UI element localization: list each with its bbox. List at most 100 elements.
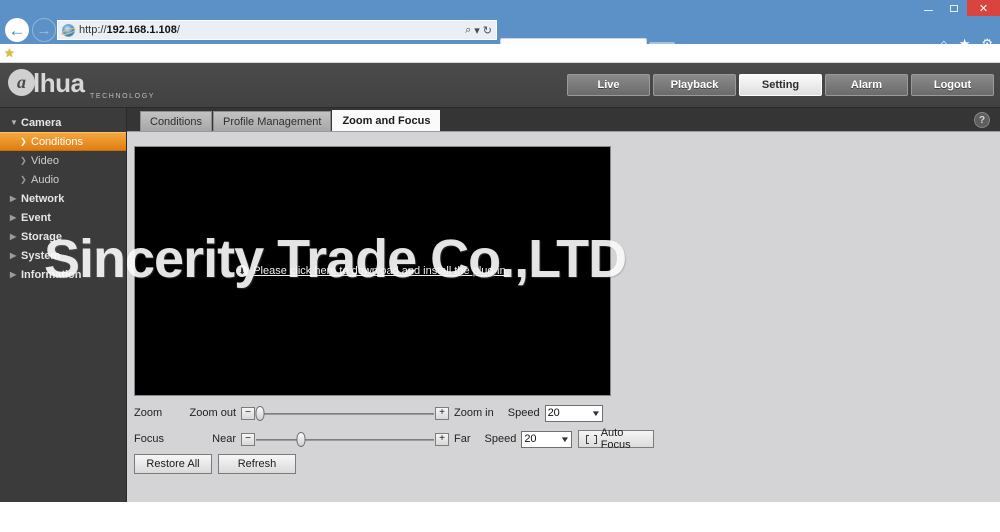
sidebar-item-information[interactable]: ▶ Information <box>0 265 126 284</box>
chevron-right-icon: ❯ <box>20 175 27 184</box>
dropdown-caret-icon[interactable]: ▾ <box>474 24 480 37</box>
auto-focus-label: Auto Focus <box>600 427 631 451</box>
favorites-bar-star-icon[interactable]: ★ <box>4 47 15 59</box>
sidebar-label-conditions: Conditions <box>31 135 83 148</box>
forward-icon[interactable]: → <box>32 18 56 42</box>
chevron-right-icon: ▶ <box>10 270 17 279</box>
sidebar-label-information: Information <box>21 268 82 281</box>
page-bottom-strip <box>0 502 1000 532</box>
sidebar-item-video[interactable]: ❯ Video <box>0 151 126 170</box>
web-page: a lhua TECHNOLOGY Live Playback Setting … <box>0 63 1000 502</box>
download-icon: ⬇ <box>236 265 249 277</box>
nav-setting[interactable]: Setting <box>739 74 822 96</box>
app-header: a lhua TECHNOLOGY Live Playback Setting … <box>0 63 1000 108</box>
nav-live[interactable]: Live <box>567 74 650 96</box>
focus-speed-select[interactable]: 20 ▼ <box>521 430 572 448</box>
focus-slider[interactable] <box>256 431 434 447</box>
zoom-out-button[interactable]: − <box>241 406 255 420</box>
close-button[interactable]: ✕ <box>967 0 1000 16</box>
sidebar-item-system[interactable]: ▶ System <box>0 246 126 265</box>
focus-slider-track <box>256 438 434 441</box>
focus-near-button[interactable]: − <box>241 432 255 446</box>
logo-mark-icon: a <box>8 69 35 96</box>
restore-all-button[interactable]: Restore All <box>134 454 212 474</box>
chevron-down-icon: ▼ <box>590 408 601 418</box>
sidebar-label-system: System <box>21 249 61 262</box>
focus-far-label: Far <box>454 433 471 445</box>
content-tab-bar: Conditions Profile Management Zoom and F… <box>127 108 1000 131</box>
sidebar-item-audio[interactable]: ❯ Audio <box>0 170 126 189</box>
sidebar-item-event[interactable]: ▶ Event <box>0 208 126 227</box>
chevron-right-icon: ❯ <box>20 137 27 146</box>
internet-explorer-icon <box>62 23 75 37</box>
logo-subtitle: TECHNOLOGY <box>90 93 156 100</box>
minimize-button[interactable] <box>915 0 941 16</box>
address-bar[interactable]: http://192.168.1.108/ ⌕ ▾ ↻ <box>57 20 497 40</box>
sidebar-label-event: Event <box>21 211 51 224</box>
zoom-label: Zoom <box>134 407 163 419</box>
browser-navigation-row: ← → http://192.168.1.108/ ⌕ ▾ ↻ Setting … <box>0 16 1000 60</box>
sidebar-item-conditions[interactable]: ❯ Conditions <box>0 132 126 151</box>
refresh-button[interactable]: Refresh <box>218 454 296 474</box>
sidebar-item-network[interactable]: ▶ Network <box>0 189 126 208</box>
dahua-logo: a lhua TECHNOLOGY <box>8 68 198 104</box>
url-text: http://192.168.1.108/ <box>79 24 180 36</box>
sidebar-label-video: Video <box>31 154 59 167</box>
focus-speed-label: Speed <box>484 433 517 445</box>
logo-wordmark: lhua <box>33 68 85 98</box>
sidebar-label-camera: Camera <box>21 116 62 129</box>
zoom-in-label: Zoom in <box>454 407 494 419</box>
nav-logout[interactable]: Logout <box>911 74 994 96</box>
nav-alarm[interactable]: Alarm <box>825 74 908 96</box>
sidebar-item-camera[interactable]: ▼ Camera <box>0 113 126 132</box>
tab-zoom-and-focus[interactable]: Zoom and Focus <box>332 110 441 131</box>
video-preview[interactable]: ⬇ Please click here to download and inst… <box>134 146 611 396</box>
restore-button[interactable] <box>941 0 967 16</box>
back-icon[interactable]: ← <box>5 18 29 42</box>
zoom-speed-label: Speed <box>507 407 540 419</box>
browser-window: ✕ ← → http://192.168.1.108/ ⌕ ▾ ↻ Settin… <box>0 0 1000 532</box>
content-area: Conditions Profile Management Zoom and F… <box>127 108 1000 502</box>
chevron-right-icon: ❯ <box>20 156 27 165</box>
top-navigation: Live Playback Setting Alarm Logout <box>567 74 994 96</box>
auto-focus-button[interactable]: Auto Focus <box>577 427 654 451</box>
focus-near-label: Near <box>212 433 236 445</box>
tab-conditions[interactable]: Conditions <box>140 111 212 131</box>
zoom-speed-value: 20 <box>547 407 560 419</box>
zoom-in-button[interactable]: + <box>435 406 449 420</box>
focus-frame-icon <box>585 434 597 444</box>
refresh-icon[interactable]: ↻ <box>483 24 492 37</box>
sidebar: ▼ Camera ❯ Conditions ❯ Video ❯ Audio ▶ … <box>0 108 127 502</box>
plugin-download-message[interactable]: ⬇ Please click here to download and inst… <box>135 265 610 277</box>
chevron-right-icon: ▶ <box>10 213 17 222</box>
chevron-right-icon: ▶ <box>10 232 17 241</box>
search-icon[interactable]: ⌕ <box>465 24 471 37</box>
zoom-speed-select[interactable]: 20 ▼ <box>544 404 603 422</box>
zoom-focus-controls: Zoom Zoom out − + Zoom in Speed 20 ▼ Foc… <box>134 400 654 452</box>
zoom-slider-handle[interactable] <box>255 405 265 421</box>
help-icon[interactable]: ? <box>974 112 990 128</box>
sidebar-label-audio: Audio <box>31 173 60 186</box>
plugin-download-link[interactable]: Please click here to download and instal… <box>253 265 509 277</box>
zoom-slider-track <box>256 412 434 415</box>
window-controls: ✕ <box>915 0 1000 16</box>
chevron-down-icon: ▼ <box>559 434 570 444</box>
chevron-down-icon: ▼ <box>10 118 18 127</box>
nav-playback[interactable]: Playback <box>653 74 736 96</box>
browser-titlebar: ✕ <box>0 0 1000 16</box>
chevron-right-icon: ▶ <box>10 194 17 203</box>
focus-control-row: Focus Near − + Far Speed 20 ▼ Auto Focus <box>134 426 654 452</box>
action-button-row: Restore All Refresh <box>134 454 296 474</box>
focus-label: Focus <box>134 433 164 445</box>
focus-slider-handle[interactable] <box>296 431 305 447</box>
zoom-control-row: Zoom Zoom out − + Zoom in Speed 20 ▼ <box>134 400 654 426</box>
zoom-slider[interactable] <box>255 405 434 421</box>
sidebar-label-storage: Storage <box>21 230 62 243</box>
settings-panel: ⬇ Please click here to download and inst… <box>127 131 1000 502</box>
chevron-right-icon: ▶ <box>10 251 17 260</box>
sidebar-label-network: Network <box>21 192 65 205</box>
tab-profile-management[interactable]: Profile Management <box>212 111 332 131</box>
focus-far-button[interactable]: + <box>435 432 449 446</box>
sidebar-item-storage[interactable]: ▶ Storage <box>0 227 126 246</box>
focus-speed-value: 20 <box>524 433 537 445</box>
